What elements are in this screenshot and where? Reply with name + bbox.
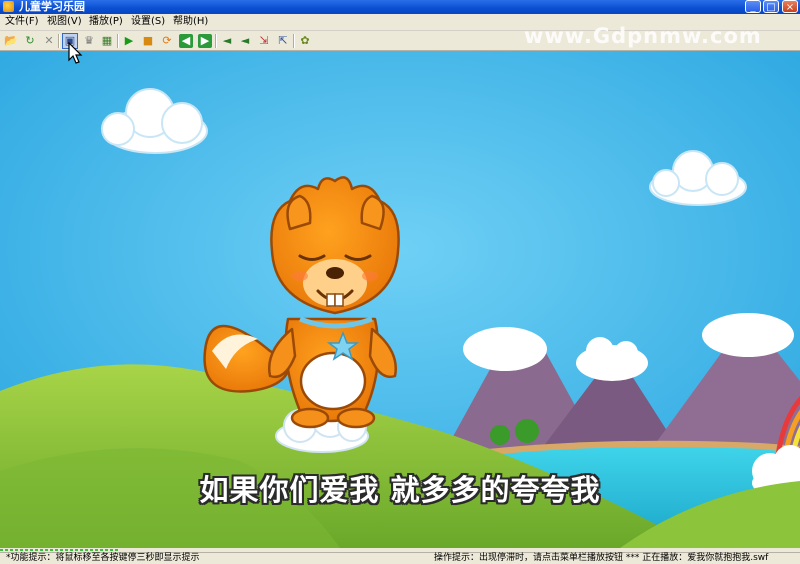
watermark: www.Gdpnmw.com xyxy=(524,24,762,48)
menu-settings[interactable]: 设置(S) xyxy=(131,15,165,29)
app-icon xyxy=(3,1,14,12)
trophy-icon[interactable]: ♛ xyxy=(82,34,96,48)
toolbar-separator xyxy=(58,34,60,48)
refresh-icon[interactable]: ↻ xyxy=(23,34,37,48)
settings-icon[interactable]: ✿ xyxy=(298,34,312,48)
progress-fill xyxy=(0,549,120,551)
image-icon[interactable]: ▦ xyxy=(100,34,114,48)
toolbar-separator xyxy=(293,34,295,48)
stop-icon[interactable]: ■ xyxy=(141,34,155,48)
video-subtitle: 如果你们爱我 就多多的夸夸我 xyxy=(199,473,601,507)
exit-fullscreen-icon[interactable]: ⇲ xyxy=(257,34,271,48)
mouse-cursor-icon xyxy=(68,42,83,64)
volume-down-icon[interactable]: ◄ xyxy=(220,34,234,48)
minimize-button[interactable]: _ xyxy=(745,0,761,13)
status-function-tip: *功能提示：将鼠标移至各按键停三秒即显示提示 xyxy=(6,553,200,563)
title-bar[interactable]: 儿童学习乐园 _ □ × xyxy=(0,0,800,14)
close-button[interactable]: × xyxy=(782,0,798,13)
menu-play[interactable]: 播放(P) xyxy=(89,15,123,29)
maximize-button[interactable]: □ xyxy=(763,0,779,13)
menu-file[interactable]: 文件(F) xyxy=(5,15,39,29)
toolbar-separator xyxy=(215,34,217,48)
window-title: 儿童学习乐园 xyxy=(19,0,85,13)
status-bar: *功能提示：将鼠标移至各按键停三秒即显示提示 操作提示：出现停滞时，请点击菜单栏… xyxy=(0,552,800,564)
video-area[interactable]: 如果你们爱我 就多多的夸夸我 xyxy=(0,51,800,548)
open-folder-icon[interactable]: 📂 xyxy=(4,34,18,48)
fullscreen-icon[interactable]: ⇱ xyxy=(276,34,290,48)
volume-up-icon[interactable]: ◄ xyxy=(238,34,252,48)
loop-icon[interactable]: ⟳ xyxy=(160,34,174,48)
play-icon[interactable]: ▶ xyxy=(122,34,136,48)
previous-icon[interactable]: ◀ xyxy=(179,34,193,48)
delete-icon[interactable]: ✕ xyxy=(42,34,56,48)
next-icon[interactable]: ▶ xyxy=(198,34,212,48)
status-operation-tip: 操作提示：出现停滞时，请点击菜单栏播放按钮 *** 正在播放：爱我你就抱抱我.s… xyxy=(434,553,769,563)
menu-help[interactable]: 帮助(H) xyxy=(173,15,208,29)
menu-view[interactable]: 视图(V) xyxy=(47,15,82,29)
toolbar-separator xyxy=(117,34,119,48)
